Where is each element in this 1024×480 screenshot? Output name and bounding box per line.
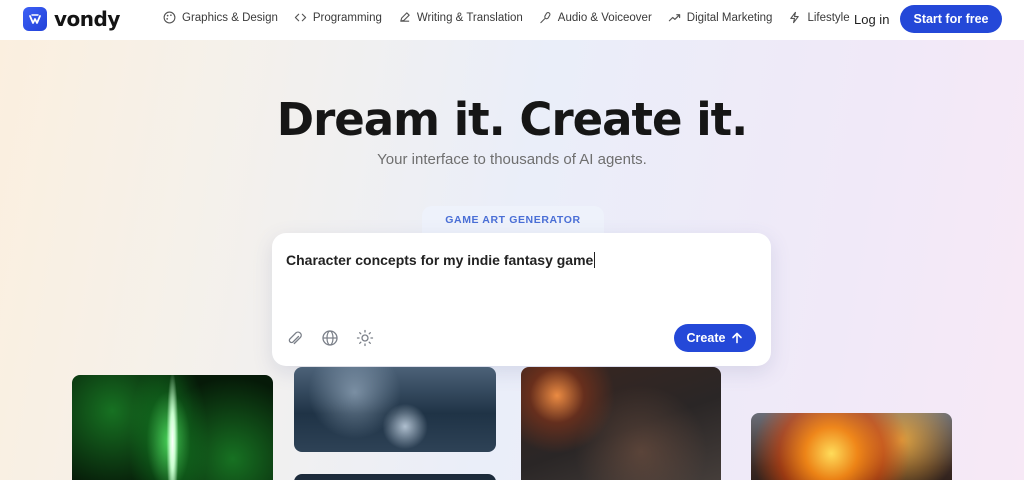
nav-link-label: Digital Marketing [686,11,773,24]
start-for-free-button[interactable]: Start for free [900,5,1002,33]
nav-graphics-design[interactable]: Graphics & Design [163,11,278,24]
nav-link-label: Graphics & Design [182,11,278,24]
fire-explosion-image[interactable] [751,413,952,480]
microphone-icon [540,12,551,24]
hero-title: Dream it. Create it. [276,93,749,146]
nav-link-label: Audio & Voiceover [557,11,652,24]
nav-lifestyle[interactable]: Lifestyle [788,11,850,24]
top-navbar: vondy Graphics & Design Programming Writ… [0,0,1024,40]
generator-tag: GAME ART GENERATOR [422,206,604,236]
sun-icon[interactable] [356,329,374,347]
globe-icon[interactable] [321,329,339,347]
palette-icon [163,11,176,24]
ocean-blur-image[interactable] [294,367,496,452]
lightning-icon [790,11,800,24]
login-link[interactable]: Log in [854,12,889,27]
debris-explosion-image[interactable] [521,367,721,480]
create-button-label: Create [686,331,726,345]
category-nav: Graphics & Design Programming Writing & … [163,11,866,24]
nav-audio-voiceover[interactable]: Audio & Voiceover [539,11,652,24]
vondy-logo-icon [23,7,47,31]
nav-link-label: Programming [312,11,382,24]
dark-image[interactable] [294,474,496,480]
green-lightning-image[interactable] [72,375,273,480]
nav-writing-translation[interactable]: Writing & Translation [398,11,523,24]
prompt-card: Character concepts for my indie fantasy … [272,233,771,366]
trend-icon [668,14,680,22]
prompt-input[interactable]: Character concepts for my indie fantasy … [286,252,596,268]
create-button[interactable]: Create [674,324,756,352]
nav-programming[interactable]: Programming [294,11,382,24]
prompt-value: Character concepts for my indie fantasy … [286,252,594,268]
text-caret [594,252,596,268]
code-icon [294,13,307,22]
brand-name: vondy [54,7,120,31]
pen-icon [400,12,410,22]
nav-link-label: Writing & Translation [416,11,523,24]
nav-digital-marketing[interactable]: Digital Marketing [668,11,773,24]
vondy-logo[interactable]: vondy [23,7,120,31]
hero-subtitle: Your interface to thousands of AI agents… [377,151,647,168]
nav-link-label: Lifestyle [807,11,850,24]
paperclip-icon[interactable] [286,329,304,347]
arrow-up-icon [732,332,743,344]
